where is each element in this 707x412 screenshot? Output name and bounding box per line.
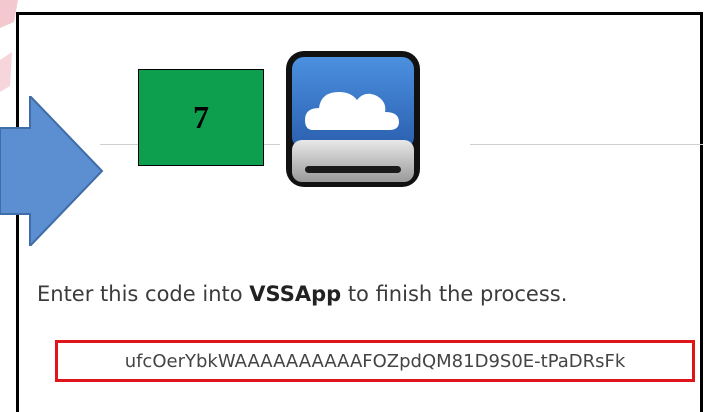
step-number: 7 xyxy=(193,99,209,135)
right-arrow-icon xyxy=(0,96,104,246)
instruction-suffix: to finish the process. xyxy=(341,282,568,306)
app-name: VSSApp xyxy=(249,282,342,306)
divider-right xyxy=(470,144,703,145)
cloud-drive-icon xyxy=(286,51,420,187)
instruction-text: Enter this code into VSSApp to finish th… xyxy=(37,282,697,306)
authorization-code-box[interactable]: ufcOerYbkWAAAAAAAAAAFOZpdQM81D9S0E-tPaDR… xyxy=(55,340,695,382)
step-number-badge: 7 xyxy=(138,69,264,166)
instruction-prefix: Enter this code into xyxy=(37,282,250,306)
authorization-code[interactable]: ufcOerYbkWAAAAAAAAAAFOZpdQM81D9S0E-tPaDR… xyxy=(125,351,626,372)
